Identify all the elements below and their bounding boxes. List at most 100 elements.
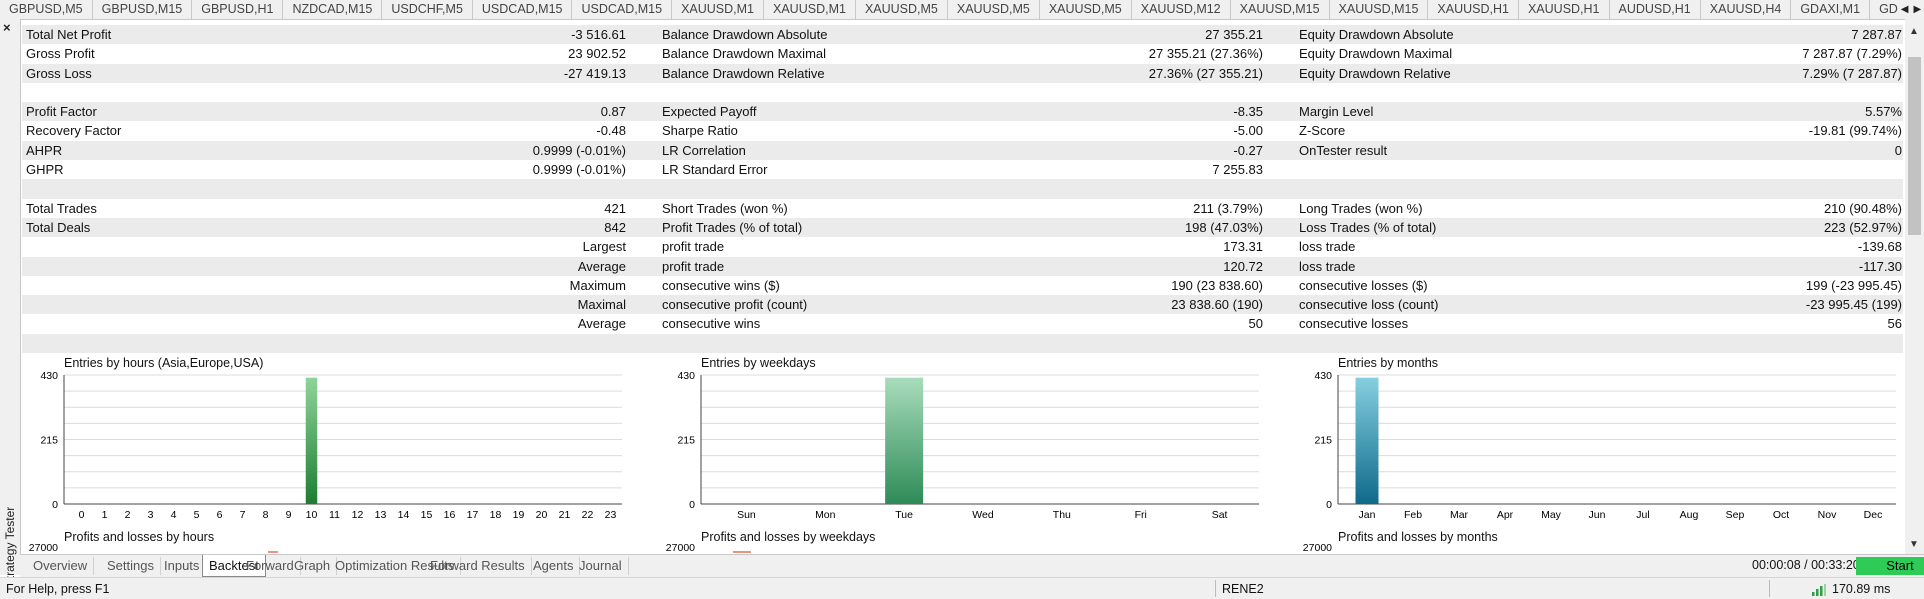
report-value: 27.36% (27 355.21): [1148, 65, 1263, 81]
x-tick-label: Oct: [1773, 509, 1789, 521]
report-row: [22, 333, 1903, 354]
chart-tab[interactable]: XAUUSD,M15: [1231, 0, 1330, 19]
chart-tab[interactable]: NZDCAD,M15: [283, 0, 383, 19]
x-tick-label: Dec: [1864, 509, 1883, 521]
report-value: -0.27: [1233, 142, 1263, 158]
report-value: 223 (52.97%): [1823, 219, 1902, 235]
x-tick-label: 16: [444, 509, 456, 521]
tab-forward-results[interactable]: Forward Results: [424, 557, 532, 575]
bar: [305, 377, 318, 504]
report-value: -27 419.13: [563, 65, 626, 81]
close-icon[interactable]: ×: [3, 20, 11, 35]
chart-tab[interactable]: GBPUSD,H1: [192, 0, 284, 19]
chevron-right-icon[interactable]: ▶: [1914, 4, 1922, 15]
x-tick-label: 17: [467, 509, 479, 521]
x-tick-label: 20: [536, 509, 548, 521]
chart-tab[interactable]: XAUUSD,M1: [672, 0, 764, 19]
bar: [885, 377, 924, 504]
report-value: 7 287.87 (7.29%): [1802, 46, 1902, 62]
chart-tab[interactable]: XAUUSD,M1: [764, 0, 856, 19]
bar-chart: 0 215 430 Jan Feb Mar Apr May Jun Jul Aug Sep Oct Nov…: [1303, 370, 1896, 553]
chart-tabs-scroll[interactable]: ◀ ▶: [1898, 0, 1924, 19]
chart-tab[interactable]: XAUUSD,M5: [856, 0, 948, 19]
report-label: Equity Drawdown Relative: [1299, 65, 1451, 81]
report-row: Total Net Profit -3 516.61 Balance Drawdow…: [22, 25, 1903, 45]
report-value: 842: [604, 219, 626, 235]
report-row: Profit Factor 0.87 Expected Payoff -8.35 Mar…: [22, 102, 1903, 122]
chart-tab[interactable]: XAUUSD,H4: [1701, 0, 1792, 19]
report-value: 190 (23 838.60): [1171, 277, 1263, 293]
report-row: Maximum consecutive wins ($) 190 (23 838.6…: [22, 276, 1903, 295]
status-help-text: For Help, press F1: [6, 582, 110, 596]
tab-journal[interactable]: Journal: [573, 557, 629, 575]
chevron-left-icon[interactable]: ◀: [1901, 4, 1909, 15]
chart-title: Profits and losses by hours: [64, 530, 215, 544]
scrollbar-thumb[interactable]: [1908, 57, 1921, 235]
bar: [733, 551, 751, 553]
report-row: AHPR 0.9999 (-0.01%) LR Correlation -0.27 On…: [22, 140, 1903, 161]
x-tick-label: Fri: [1135, 509, 1147, 521]
report-label: Gross Profit: [26, 46, 95, 62]
chart-title: Profits and losses by months: [1338, 530, 1498, 544]
chart-title: Entries by months: [1338, 356, 1439, 370]
report-label: Total Trades: [26, 200, 97, 216]
chart-tab[interactable]: USDCHF,M5: [382, 0, 473, 19]
chart-tab[interactable]: XAUUSD,H1: [1519, 0, 1610, 19]
report-row: Largest profit trade 173.31 loss trade -139.…: [22, 237, 1903, 256]
chart-tab[interactable]: GBPUSD,M15: [93, 0, 193, 19]
tab-inputs[interactable]: Inputs: [158, 557, 207, 575]
status-ping: 170.89 ms: [1832, 582, 1891, 596]
report-label: AHPR: [26, 142, 63, 158]
chevron-down-icon[interactable]: ▼: [1909, 539, 1919, 550]
report-label: consecutive profit (count): [662, 297, 808, 313]
report-row: [22, 179, 1903, 199]
chart-tab[interactable]: XAUUSD,M5: [1040, 0, 1132, 19]
x-tick-label: Tue: [895, 509, 913, 521]
report-label: OnTester result: [1299, 142, 1388, 158]
y-tick-label: 215: [1314, 435, 1332, 447]
report-label: loss trade: [1299, 258, 1356, 274]
report-label: Margin Level: [1299, 104, 1374, 120]
x-tick-label: Sun: [737, 509, 756, 521]
report-row: Gross Profit 23 902.52 Balance Drawdown Ma…: [22, 44, 1903, 63]
status-bar: For Help, press F1 RENE2 170.89 ms: [0, 577, 1924, 599]
report-row: Average consecutive wins 50 consecutive los…: [22, 314, 1903, 333]
y-tick-label: 430: [677, 370, 695, 382]
chart-tab[interactable]: XAUUSD,M15: [1330, 0, 1429, 19]
report-value: 50: [1248, 316, 1263, 332]
report-label: Profit Trades (% of total): [662, 219, 803, 235]
report-scrollbar[interactable]: ▲ ▼: [1905, 19, 1924, 554]
report-row: GHPR 0.9999 (-0.01%) LR Standard Error 7 25…: [22, 160, 1903, 179]
chart-tab[interactable]: GDAXI,M1: [1791, 0, 1871, 19]
tab-settings[interactable]: Settings: [101, 557, 161, 575]
x-tick-label: 6: [217, 509, 223, 521]
chart-tab[interactable]: USDCAD,M15: [473, 0, 573, 19]
x-tick-label: 13: [375, 509, 387, 521]
tester-side-strip: × Strategy Tester: [0, 19, 21, 587]
chart-tab[interactable]: AUDUSD,H1: [1610, 0, 1701, 19]
x-tick-label: Thu: [1053, 509, 1071, 521]
x-tick-label: 15: [421, 509, 433, 521]
entries-charts: 0 215 430 0 1 2 3 4 5 6 7 8 9 10 11 12 13 14 15 16 17 18 19 20 2…: [22, 353, 1903, 553]
report-label: Balance Drawdown Maximal: [662, 46, 827, 62]
report-label: GHPR: [26, 162, 64, 178]
report-label: Total Net Profit: [26, 27, 112, 42]
chart-tab[interactable]: USDCAD,M15: [572, 0, 673, 19]
chevron-up-icon[interactable]: ▲: [1909, 26, 1919, 37]
report-value: 27 355.21 (27.36%): [1148, 46, 1263, 62]
report-label: consecutive loss (count): [1299, 297, 1439, 313]
report-value: Average: [577, 316, 626, 332]
chart-tab[interactable]: XAUUSD,M12: [1132, 0, 1231, 19]
chart-tabs-bar: GBPUSD,M5 GBPUSD,M15 GBPUSD,H1 NZDCAD,M15 US…: [0, 0, 1924, 20]
chart-tab[interactable]: GBPUSD,M5: [0, 0, 93, 19]
report-value: 210 (90.48%): [1823, 200, 1902, 216]
report-value: -3 516.61: [571, 27, 626, 42]
report-value: 0.9999 (-0.01%): [532, 142, 626, 158]
tab-overview[interactable]: Overview: [27, 557, 95, 575]
chart-tab[interactable]: XAUUSD,M5: [948, 0, 1040, 19]
x-tick-label: 19: [513, 509, 525, 521]
chart-tab[interactable]: XAUUSD,H1: [1428, 0, 1519, 19]
start-button[interactable]: Start: [1856, 557, 1924, 575]
report-label: Equity Drawdown Maximal: [1299, 46, 1453, 62]
x-tick-label: 8: [263, 509, 269, 521]
